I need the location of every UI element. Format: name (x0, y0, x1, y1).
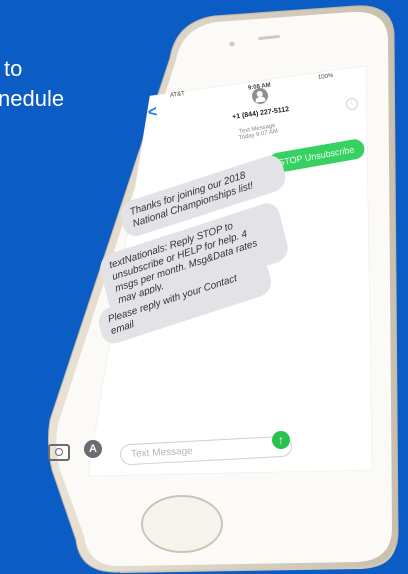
front-camera (229, 41, 235, 47)
send-icon[interactable]: ↑ (272, 431, 290, 449)
camera-icon[interactable] (48, 444, 70, 461)
app-store-icon[interactable]: A (84, 440, 102, 458)
home-button[interactable] (141, 495, 223, 553)
